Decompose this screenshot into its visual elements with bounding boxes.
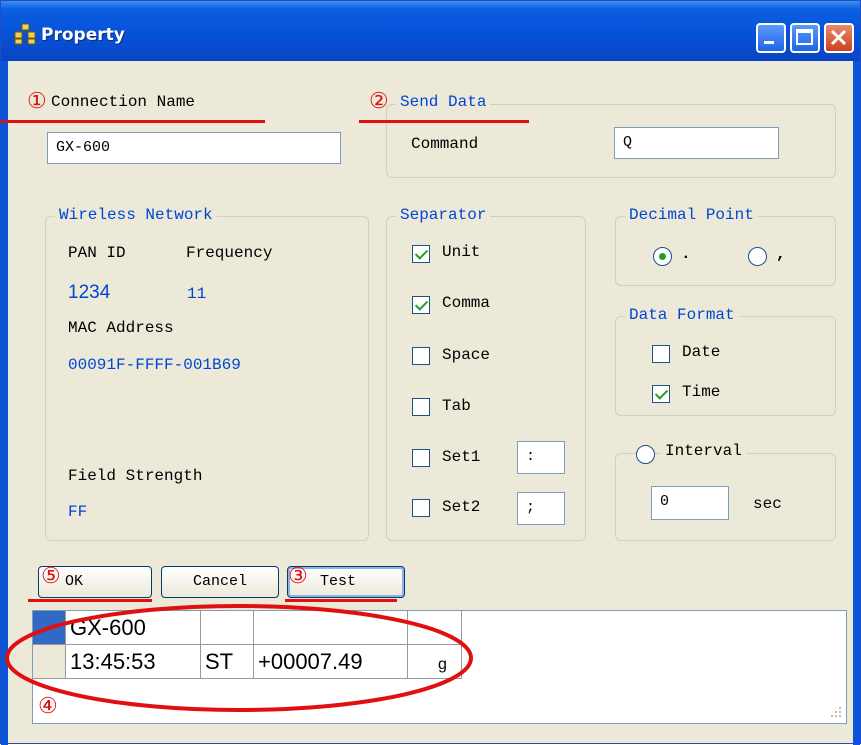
frequency-label: Frequency [186, 244, 273, 262]
window-frame-right [853, 61, 860, 745]
cancel-button[interactable]: Cancel [161, 566, 279, 598]
annotation-underline-1 [1, 120, 265, 123]
date-checkbox[interactable] [652, 345, 670, 363]
network-icon [14, 23, 36, 45]
data-format-group [615, 316, 836, 416]
annotation-ellipse [5, 604, 473, 712]
set2-checkbox[interactable] [412, 499, 430, 517]
separator-legend: Separator [396, 206, 491, 224]
window-title: Property [41, 25, 125, 45]
data-format-legend: Data Format [625, 306, 739, 324]
space-label: Space [442, 346, 491, 364]
property-dialog: Property Connection Name GX-600 Send Dat… [0, 0, 861, 745]
tab-checkbox[interactable] [412, 398, 430, 416]
interval-label: Interval [661, 442, 746, 460]
command-label: Command [411, 135, 479, 153]
time-label: Time [682, 383, 721, 401]
interval-radio[interactable] [636, 445, 655, 464]
decimal-point-legend: Decimal Point [625, 206, 758, 224]
space-checkbox[interactable] [412, 347, 430, 365]
mac-address-label: MAC Address [68, 319, 174, 337]
connection-name-input[interactable]: GX-600 [47, 132, 341, 164]
frequency-value: 11 [187, 285, 207, 303]
mac-address-value: 00091F-FFFF-001B69 [68, 356, 241, 374]
close-button[interactable] [824, 23, 854, 53]
decimal-dot-label: . [681, 245, 691, 263]
time-checkbox[interactable] [652, 385, 670, 403]
decimal-dot-radio[interactable] [653, 247, 672, 266]
unit-label: Unit [442, 243, 481, 261]
field-strength-label: Field Strength [68, 467, 203, 485]
send-data-legend: Send Data [396, 93, 491, 111]
decimal-point-group [615, 216, 836, 286]
annotation-underline-2 [359, 120, 529, 123]
maximize-button[interactable] [790, 23, 820, 53]
set1-label: Set1 [442, 448, 481, 466]
decimal-comma-label: , [776, 245, 786, 263]
set1-checkbox[interactable] [412, 449, 430, 467]
test-button-label: Test [320, 573, 357, 590]
minimize-icon [764, 41, 774, 44]
pan-id-value: 1234 [68, 282, 111, 303]
ok-button-label: OK [65, 573, 84, 590]
set2-input[interactable]: ; [517, 492, 565, 525]
set1-input[interactable]: : [517, 441, 565, 474]
interval-input[interactable]: 0 [651, 486, 729, 520]
wireless-network-group [45, 216, 369, 541]
connection-name-label: Connection Name [51, 93, 196, 111]
minimize-button[interactable] [756, 23, 786, 53]
wireless-network-legend: Wireless Network [55, 206, 217, 224]
unit-checkbox[interactable] [412, 245, 430, 263]
tab-label: Tab [442, 397, 471, 415]
resize-grip-icon[interactable] [821, 699, 845, 723]
date-label: Date [682, 343, 721, 361]
pan-id-label: PAN ID [68, 244, 126, 262]
annotation-marker-2: ② [369, 89, 389, 114]
decimal-comma-radio[interactable] [748, 247, 767, 266]
field-strength-value: FF [68, 503, 88, 521]
command-input[interactable]: Q [614, 127, 779, 159]
cancel-button-label: Cancel [192, 573, 247, 590]
annotation-marker-5: ⑤ [41, 564, 61, 589]
maximize-icon [796, 29, 813, 45]
annotation-marker-1: ① [27, 89, 47, 114]
close-icon [830, 29, 847, 46]
interval-unit: sec [753, 495, 782, 513]
title-bar[interactable]: Property [1, 1, 860, 61]
comma-checkbox[interactable] [412, 296, 430, 314]
set2-label: Set2 [442, 498, 481, 516]
comma-label: Comma [442, 294, 491, 312]
annotation-marker-3: ③ [288, 564, 308, 589]
